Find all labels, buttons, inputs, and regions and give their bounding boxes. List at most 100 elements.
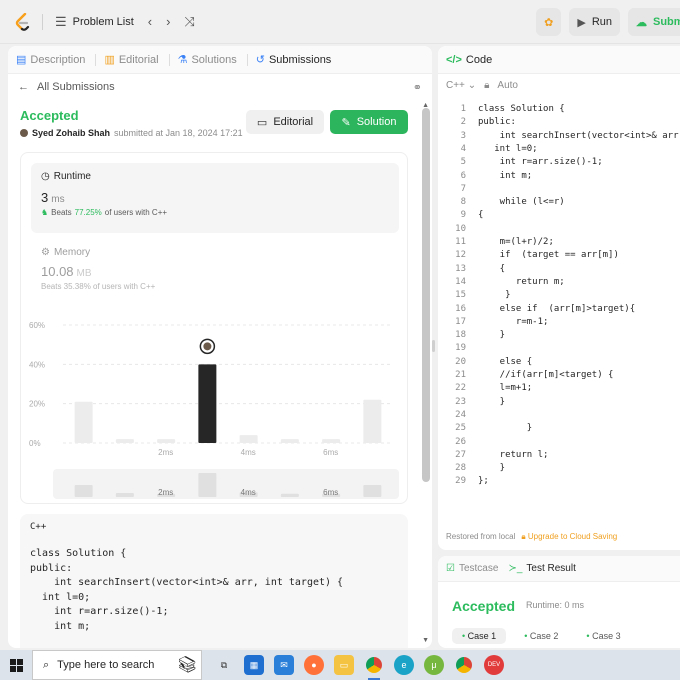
line-number: 15 <box>455 290 466 301</box>
code-editor[interactable]: 1 class Solution {2 public: 3 int searchIns… <box>438 102 680 502</box>
scroll-up-icon[interactable]: ▲ <box>422 102 429 109</box>
memory-box[interactable]: ⚙ Memory 10.08 MB Beats 35.38% of users w… <box>41 247 381 291</box>
editor-line: //if(arr[m]<target) { <box>478 370 614 380</box>
line-number: 12 <box>455 250 466 261</box>
submission-status: Accepted <box>20 108 79 123</box>
line-number: 3 <box>460 130 466 141</box>
mode-label: Auto <box>497 79 518 91</box>
chrome-profile-icon[interactable] <box>454 655 474 675</box>
line-number: 14 <box>455 276 466 287</box>
case-tab-3[interactable]: • Case 3 <box>576 628 630 644</box>
editor-line: if (target == arr[m]) <box>478 250 619 261</box>
tab-solutions[interactable]: ⚗ Solutions <box>178 53 248 66</box>
file-explorer-icon[interactable]: ▭ <box>334 655 354 675</box>
solution-button-label: Solution <box>356 116 397 128</box>
case-3-label: Case 3 <box>592 631 621 641</box>
all-submissions-link[interactable]: ← All Submissions ⚭ <box>8 74 432 100</box>
scroll-down-icon[interactable]: ▼ <box>422 637 429 644</box>
prev-problem-button[interactable]: ‹ <box>148 14 152 29</box>
microsoft-store-icon[interactable]: ▦ <box>244 655 264 675</box>
windows-start-button[interactable] <box>0 658 32 672</box>
terminal-icon: ≻_ <box>508 563 523 574</box>
editorial-button[interactable]: ▭ Editorial <box>246 110 324 134</box>
task-view-icon[interactable]: ⧉ <box>214 655 234 675</box>
runtime-box[interactable]: ◷ Runtime 3 ms ♞ Beats 77.25% of users wi… <box>31 163 399 233</box>
chevron-right-icon: › <box>166 14 171 29</box>
edge-icon[interactable]: e <box>394 655 414 675</box>
tab-submissions-label: Submissions <box>268 53 332 66</box>
test-runtime: Runtime: 0 ms <box>526 600 585 610</box>
case-tab-2[interactable]: • Case 2 <box>514 628 568 644</box>
beats-suffix: of users with C++ <box>104 208 168 217</box>
language-select[interactable]: C++ ⌄ <box>446 80 476 91</box>
editor-line: else if (arr[m]>target){ <box>478 303 636 314</box>
tab-test-result[interactable]: ≻_ Test Result <box>508 563 575 574</box>
runtime-distribution-chart[interactable]: 60% 40% 20% 0% 2ms 4ms 6ms 2ms 4ms 6ms <box>21 315 409 505</box>
x-tick-label: 4ms <box>241 448 256 457</box>
tab-testcase[interactable]: ☑ Testcase <box>446 563 498 574</box>
panel-resize-handle[interactable] <box>432 340 435 352</box>
submit-button[interactable]: ☁ Subm <box>628 8 680 36</box>
firefox-icon[interactable]: ● <box>304 655 324 675</box>
runtime-value: 3 <box>41 190 49 205</box>
scrollbar[interactable] <box>422 108 430 482</box>
link-icon[interactable]: ⚭ <box>413 81 422 94</box>
leetcode-logo[interactable] <box>10 9 36 35</box>
upgrade-link[interactable]: 🔒︎ Upgrade to Cloud Saving <box>521 532 617 542</box>
editor-line: int m; <box>478 170 533 181</box>
beats-icon: ♞ <box>41 208 49 217</box>
line-number: 6 <box>460 170 466 181</box>
editorial-button-label: Editorial <box>273 116 314 128</box>
editor-line: }; <box>478 476 489 487</box>
next-problem-button[interactable]: › <box>166 14 170 29</box>
run-label: Run <box>591 16 612 28</box>
search-highlight-icon: 📚︎ <box>176 657 197 674</box>
debug-button[interactable]: ✿ <box>536 8 562 36</box>
overview-tick-label: 6ms <box>323 488 338 497</box>
runtime-title: Runtime <box>53 171 91 182</box>
windows-taskbar: ⌕ Type here to search 📚︎ ⧉ ▦ ✉ ● ▭ e μ D… <box>0 650 680 680</box>
chart-bar <box>239 435 258 443</box>
editor-line: m=(l+r)/2; <box>478 237 554 247</box>
run-button[interactable]: ▶ Run <box>569 8 620 36</box>
line-number: 28 <box>455 463 466 474</box>
y-tick-label: 60% <box>29 321 45 330</box>
editor-line: else { <box>478 356 533 367</box>
tab-submissions[interactable]: ↺ Submissions <box>256 53 332 67</box>
line-number: 7 <box>460 183 466 194</box>
upgrade-label: Upgrade to Cloud Saving <box>527 532 618 541</box>
mail-icon[interactable]: ✉ <box>274 655 294 675</box>
tab-editorial[interactable]: ▥ Editorial <box>104 53 170 66</box>
play-icon: ▶ <box>577 16 586 29</box>
taskbar-search[interactable]: ⌕ Type here to search 📚︎ <box>32 650 202 680</box>
author-name[interactable]: Syed Zohaib Shah <box>32 128 110 138</box>
code-icon: </> <box>446 53 462 66</box>
problem-list-button[interactable]: ☰ Problem List <box>55 14 134 30</box>
utorrent-icon[interactable]: μ <box>424 655 444 675</box>
restored-local: Restored from local <box>446 532 516 541</box>
submitted-code-card: C++ class Solution {public: int searchIn… <box>20 514 408 648</box>
submitted-time: submitted at Jan 18, 2024 17:21 <box>114 128 243 138</box>
editor-line: int l=0; <box>478 143 538 154</box>
tab-divider <box>95 53 97 66</box>
solution-button[interactable]: ✎ Solution <box>330 110 408 134</box>
editor-line: } <box>478 290 511 301</box>
chart-overview <box>53 469 399 499</box>
code-language: C++ <box>30 522 47 532</box>
editor-line: } <box>478 463 506 474</box>
cloud-upload-icon: ☁ <box>636 16 647 29</box>
devcpp-icon[interactable]: DEV <box>484 655 504 675</box>
line-number: 8 <box>460 197 466 208</box>
tab-description[interactable]: ▤ Description <box>16 53 97 66</box>
memory-value: 10.08 <box>41 264 74 279</box>
chrome-icon[interactable] <box>364 655 384 680</box>
overview-tick-label: 2ms <box>158 488 173 497</box>
tab-description-label: Description <box>30 53 86 66</box>
code-line: class Solution { <box>30 548 127 559</box>
tab-editorial-label: Editorial <box>118 53 159 66</box>
case-tab-1[interactable]: • Case 1 <box>452 628 507 644</box>
shuffle-button[interactable]: ⤨ <box>184 14 194 30</box>
highlighted-bar <box>198 364 217 443</box>
line-number: 21 <box>455 370 466 380</box>
document-icon: ▤ <box>16 54 27 66</box>
